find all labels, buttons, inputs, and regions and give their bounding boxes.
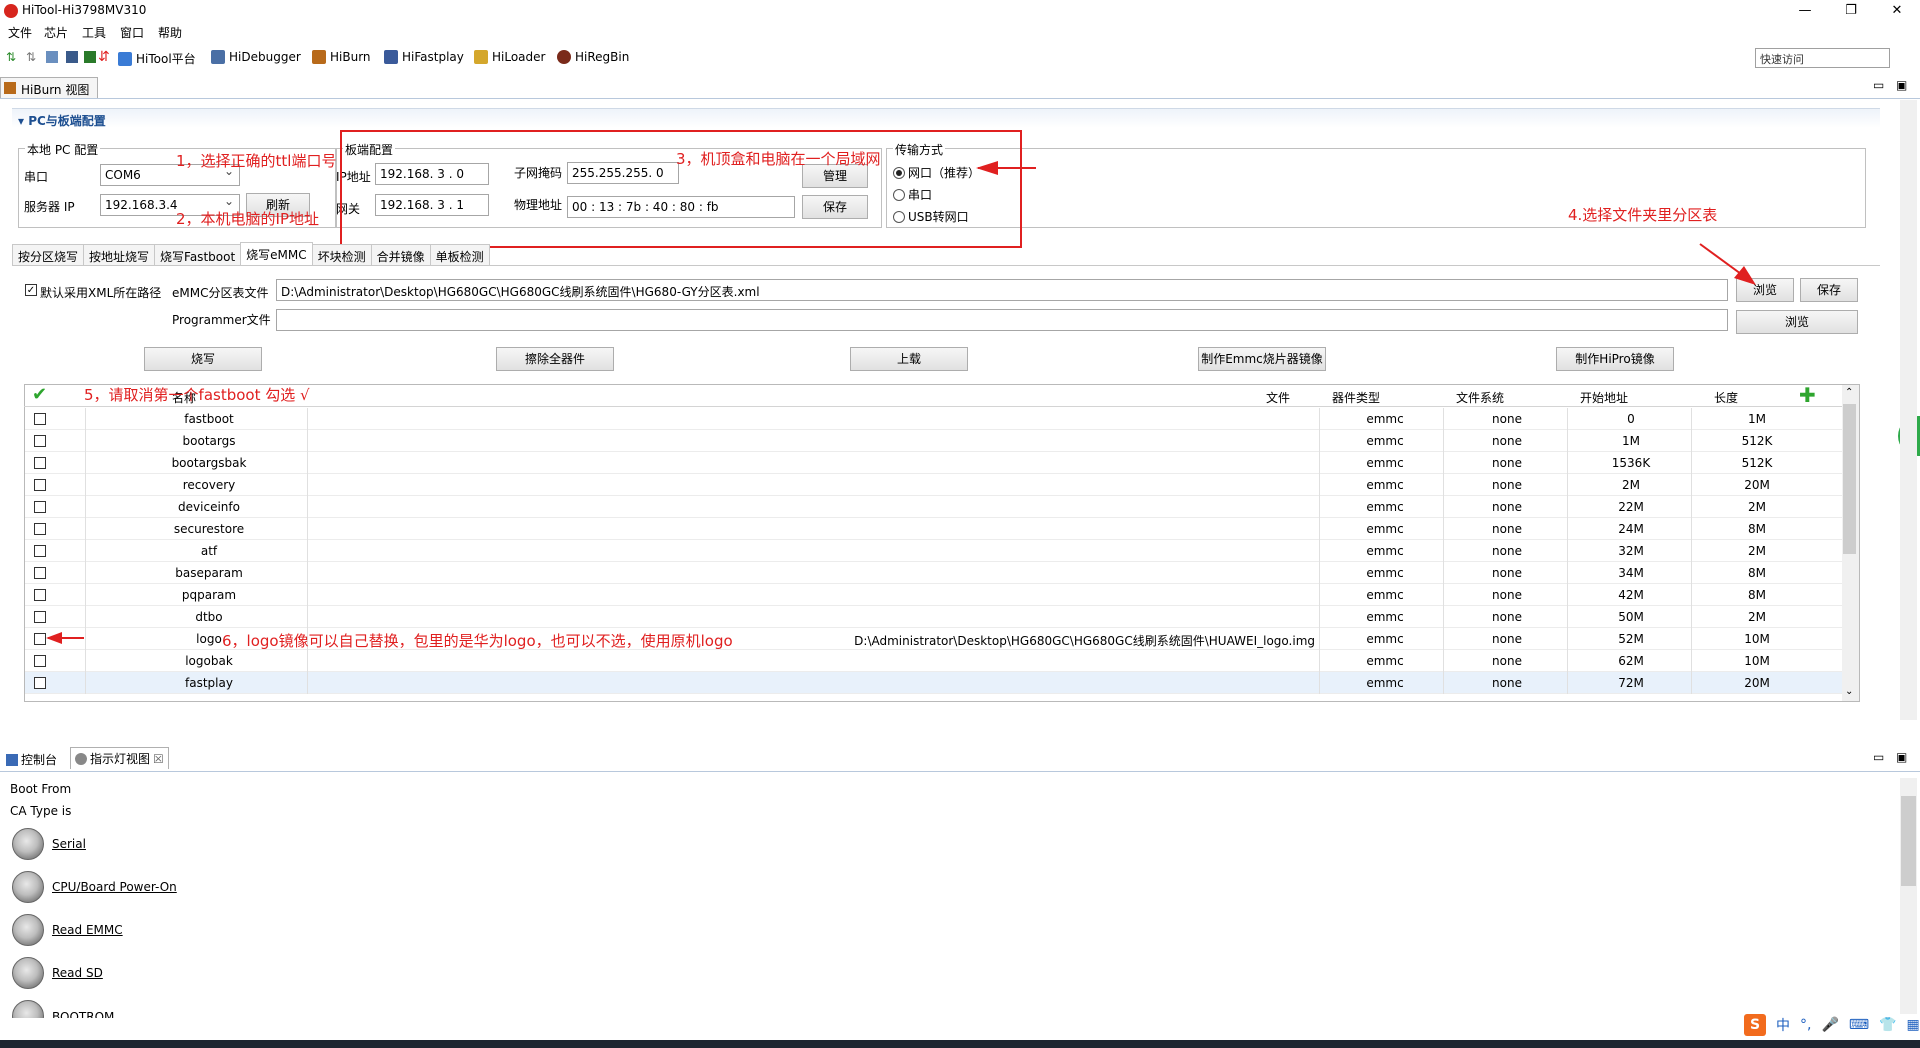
arrow-transfer-head bbox=[976, 161, 998, 175]
annotation-arrows bbox=[46, 161, 1756, 644]
punct-icon[interactable]: °, bbox=[1800, 1017, 1811, 1033]
sogou-icon[interactable]: S bbox=[1744, 1014, 1766, 1036]
view-scrollbar[interactable] bbox=[1900, 100, 1917, 720]
panel-minimize-icon[interactable]: ▭ bbox=[1873, 750, 1884, 764]
arrow-logo-head bbox=[46, 632, 62, 644]
console-scroll-thumb[interactable] bbox=[1901, 796, 1916, 886]
led-indicator bbox=[12, 871, 44, 903]
led-indicator bbox=[12, 914, 44, 946]
led-read-sd: Read SD bbox=[12, 957, 103, 989]
led-indicator bbox=[12, 957, 44, 989]
panel-maximize-icon[interactable]: ▣ bbox=[1896, 750, 1907, 764]
skin-icon[interactable]: 👕 bbox=[1879, 1017, 1896, 1033]
led-indicator bbox=[12, 1000, 44, 1018]
ime-bar: S 中 °, 🎤 ⌨ 👕 ▦ bbox=[1744, 1012, 1920, 1038]
tab-led-view[interactable]: 指示灯视图 ☒ bbox=[70, 747, 169, 769]
arrow-browse-head bbox=[1734, 266, 1756, 285]
led-indicator bbox=[12, 828, 44, 860]
ca-type-label: CA Type is bbox=[10, 804, 72, 818]
led-read-emmc: Read EMMC bbox=[12, 914, 123, 946]
led-bootrom: BOOTROM bbox=[12, 1000, 114, 1018]
close-tab-icon[interactable]: ☒ bbox=[153, 752, 164, 766]
boot-from-label: Boot From bbox=[10, 782, 72, 796]
led-view-icon bbox=[75, 752, 87, 765]
mic-icon[interactable]: 🎤 bbox=[1821, 1017, 1838, 1033]
console-icon bbox=[6, 753, 18, 766]
bottom-tab-strip bbox=[0, 748, 1920, 772]
led-power: CPU/Board Power-On bbox=[12, 871, 177, 903]
tab-console[interactable]: 控制台 bbox=[6, 751, 57, 768]
taskbar bbox=[0, 1040, 1920, 1048]
grid-icon[interactable]: ▦ bbox=[1907, 1017, 1920, 1033]
chinese-mode-icon[interactable]: 中 bbox=[1776, 1015, 1790, 1035]
led-serial: Serial bbox=[12, 828, 86, 860]
keyboard-icon[interactable]: ⌨ bbox=[1849, 1017, 1869, 1033]
